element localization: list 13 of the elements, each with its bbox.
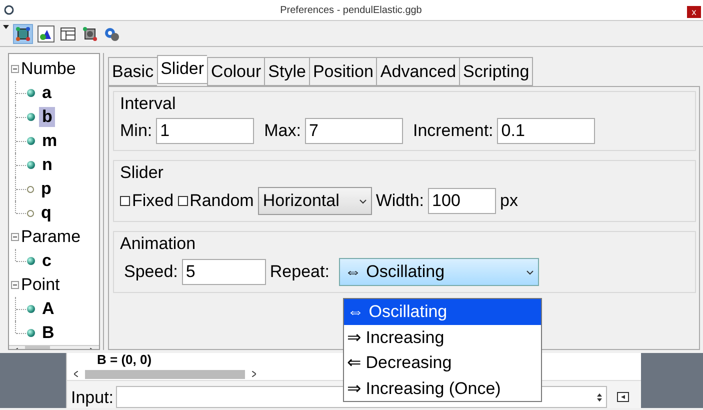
- group-title: Animation: [120, 234, 197, 254]
- unit-label: px: [500, 191, 518, 211]
- field-label: Speed:: [124, 262, 178, 282]
- group-title: Interval: [120, 94, 177, 114]
- algebra-entry: B = (0, 0): [97, 353, 152, 367]
- field-label: Min:: [120, 121, 152, 141]
- window-title: Preferences - pendulElastic.ggb: [279, 4, 423, 16]
- field-label: Increment:: [412, 121, 494, 141]
- field-label: Max:: [264, 121, 301, 141]
- group-title: Slider: [120, 163, 164, 183]
- field-label: Width:: [376, 191, 424, 211]
- input-label: Input:: [71, 388, 114, 408]
- field-label: Repeat:: [270, 262, 330, 282]
